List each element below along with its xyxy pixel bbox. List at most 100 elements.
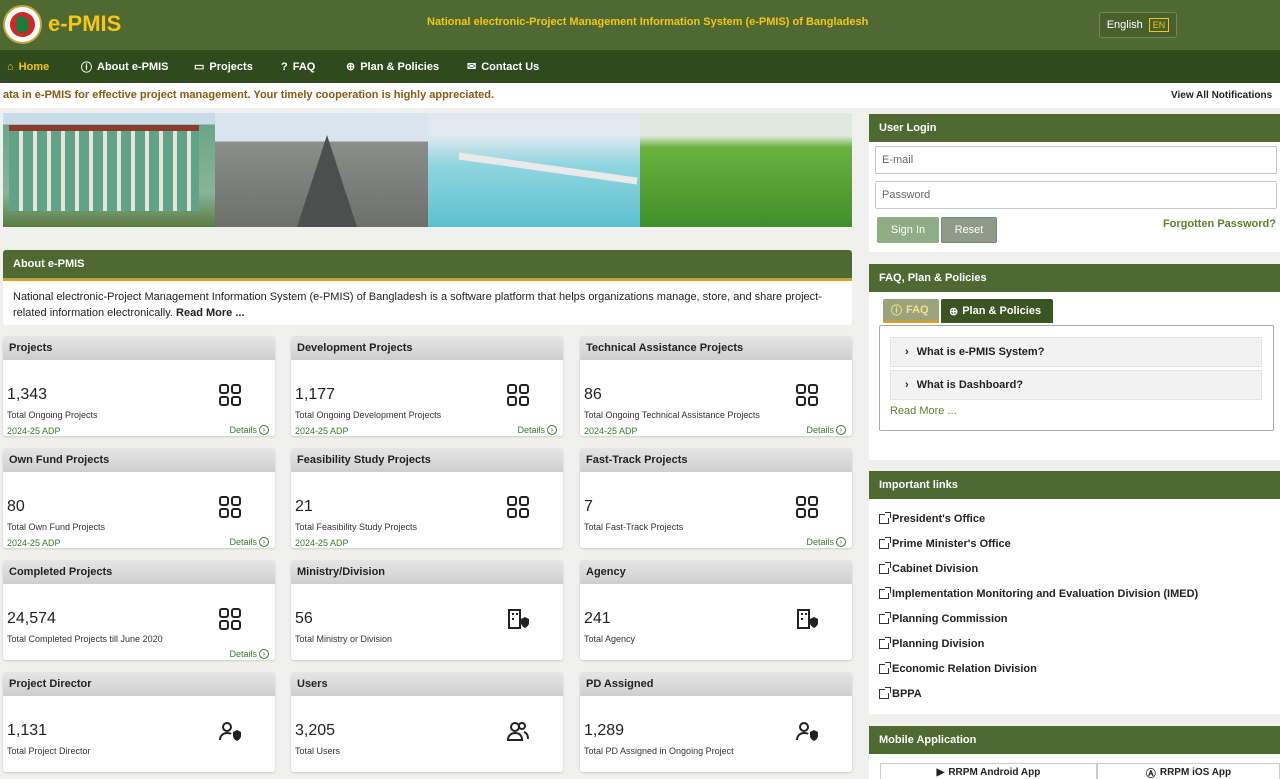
stat-card[interactable]: Project Director 1,131 Total Project Direc…	[3, 672, 275, 772]
sign-in-button[interactable]: Sign In	[877, 217, 939, 243]
external-link-icon	[879, 537, 891, 549]
stat-card[interactable]: Agency 241 Total Agency	[580, 560, 852, 660]
stat-card-title: Fast-Track Projects	[580, 448, 852, 472]
link-presidents-office[interactable]: President's Office	[879, 512, 986, 525]
question-circle-icon: ⓘ	[891, 304, 902, 317]
stat-label: Total Ongoing Development Projects	[295, 410, 442, 420]
faq-question-1[interactable]: › What is e-PMIS System?	[890, 337, 1262, 367]
grid-icon	[796, 496, 818, 518]
banner-bridge-image	[427, 113, 640, 227]
stat-label: Total Fast-Track Projects	[584, 522, 684, 532]
link-imed[interactable]: Implementation Monitoring and Evaluation…	[879, 587, 1198, 600]
stat-card-title: Ministry/Division	[291, 560, 563, 584]
about-read-more-link[interactable]: Read More ...	[176, 307, 244, 319]
stat-details-link[interactable]: Details ›	[229, 537, 269, 547]
language-switch-button[interactable]: English EN	[1099, 12, 1177, 38]
external-link-icon	[879, 637, 891, 649]
stat-card[interactable]: Feasibility Study Projects 21 Total Feasib…	[291, 448, 563, 548]
mobile-application-card: Mobile Application ▶ RRPM Android App Ⓐ …	[869, 726, 1280, 779]
stat-card[interactable]: Development Projects 1,177 Total Ongoing D…	[291, 336, 563, 436]
link-label: President's Office	[892, 513, 986, 525]
stat-card-title: Users	[291, 672, 563, 696]
link-cabinet-division[interactable]: Cabinet Division	[879, 562, 978, 575]
top-header: e-PMIS National electronic-Project Manag…	[0, 0, 1280, 50]
nav-faq[interactable]: ? FAQ	[281, 50, 315, 83]
link-bppa[interactable]: BPPA	[879, 687, 922, 700]
stat-value: 24,574	[7, 610, 56, 627]
grid-icon	[507, 496, 529, 518]
ios-app-button[interactable]: Ⓐ RRPM iOS App	[1097, 763, 1280, 779]
globe-icon: ⊕	[949, 305, 959, 318]
links-title: Important links	[869, 471, 1280, 499]
stat-card[interactable]: Projects 1,343 Total Ongoing Projects 2024-…	[3, 336, 275, 436]
nav-home[interactable]: ⌂ Home	[7, 50, 49, 83]
arrow-right-circle-icon: ›	[836, 425, 846, 435]
stat-value: 1,131	[7, 722, 48, 739]
stat-label: Total Completed Projects till June 2020	[7, 634, 163, 644]
important-links-card: Important links President's Office Prime…	[869, 471, 1280, 714]
link-planning-division[interactable]: Planning Division	[879, 637, 984, 650]
road-shape	[297, 135, 358, 227]
stat-card[interactable]: Ministry/Division 56 Total Ministry or Div…	[291, 560, 563, 660]
tab-plan-policies[interactable]: ⊕ Plan & Policies	[941, 299, 1053, 323]
stat-card[interactable]: Own Fund Projects 80 Total Own Fund Projec…	[3, 448, 275, 548]
nav-projects-label: Projects	[209, 60, 253, 73]
stat-value: 1,177	[295, 386, 336, 403]
hero-banner	[3, 113, 852, 227]
arrow-right-circle-icon: ›	[259, 425, 269, 435]
tab-faq-label: FAQ	[906, 303, 929, 316]
stat-details-link[interactable]: Details ›	[229, 649, 269, 659]
stat-value: 1,289	[584, 722, 625, 739]
faq-read-more-link[interactable]: Read More ...	[890, 405, 957, 417]
stat-details-link[interactable]: Details ›	[806, 425, 846, 435]
stat-adp-label: 2024-25 ADP	[295, 426, 349, 436]
stat-card-title: Own Fund Projects	[3, 448, 275, 472]
grid-icon	[219, 384, 241, 406]
stat-card[interactable]: Users 3,205 Total Users	[291, 672, 563, 772]
details-label: Details	[229, 649, 257, 659]
nav-contact-label: Contact Us	[481, 60, 540, 73]
government-logo[interactable]	[3, 5, 42, 44]
faq-card-title: FAQ, Plan & Policies	[869, 264, 1280, 292]
reset-button[interactable]: Reset	[941, 217, 997, 243]
tab-plan-label: Plan & Policies	[962, 305, 1042, 317]
stat-card[interactable]: PD Assigned 1,289 Total PD Assigned in Ong…	[580, 672, 852, 772]
play-store-icon: ▶	[936, 766, 945, 778]
tab-faq[interactable]: ⓘ FAQ	[883, 299, 939, 323]
stat-card[interactable]: Fast-Track Projects 7 Total Fast-Track Pro…	[580, 448, 852, 548]
arrow-right-circle-icon: ›	[259, 649, 269, 659]
building-shape	[9, 125, 199, 211]
stat-value: 1,343	[7, 386, 48, 403]
stat-card[interactable]: Completed Projects 24,574 Total Completed …	[3, 560, 275, 660]
details-label: Details	[229, 425, 257, 435]
android-app-button[interactable]: ▶ RRPM Android App	[880, 763, 1097, 779]
stat-details-link[interactable]: Details ›	[806, 537, 846, 547]
stat-details-link[interactable]: Details ›	[229, 425, 269, 435]
stat-card[interactable]: Technical Assistance Projects 86 Total Ong…	[580, 336, 852, 436]
details-label: Details	[806, 425, 834, 435]
faq-question-2-text: What is Dashboard?	[916, 379, 1024, 391]
view-all-notifications-link[interactable]: View All Notifications	[1171, 90, 1272, 101]
link-prime-ministers-office[interactable]: Prime Minister's Office	[879, 537, 1011, 550]
faq-question-2[interactable]: › What is Dashboard?	[890, 370, 1262, 400]
nav-plan-policies[interactable]: ⊕ Plan & Policies	[346, 50, 439, 83]
stat-value: 56	[295, 610, 313, 627]
nav-about[interactable]: ⓘ About e-PMIS	[81, 50, 169, 83]
ticker-message[interactable]: ata in e-PMIS for effective project mana…	[3, 89, 494, 101]
stat-value: 241	[584, 610, 611, 627]
building-shield-icon	[507, 608, 529, 630]
stat-value: 3,205	[295, 722, 336, 739]
nav-contact[interactable]: ✉ Contact Us	[467, 50, 539, 83]
link-erd[interactable]: Economic Relation Division	[879, 662, 1037, 675]
link-planning-commission[interactable]: Planning Commission	[879, 612, 1008, 625]
nav-projects[interactable]: ▭ Projects	[194, 50, 253, 83]
stat-value: 86	[584, 386, 602, 403]
email-input[interactable]	[875, 146, 1277, 174]
forgot-password-link[interactable]: Forgotten Password?	[1163, 218, 1276, 230]
password-input[interactable]	[875, 181, 1277, 209]
brand-name[interactable]: e-PMIS	[48, 11, 121, 37]
nav-plan-label: Plan & Policies	[360, 60, 440, 73]
stat-details-link[interactable]: Details ›	[517, 425, 557, 435]
external-link-icon	[879, 687, 891, 699]
envelope-icon: ✉	[467, 61, 477, 73]
